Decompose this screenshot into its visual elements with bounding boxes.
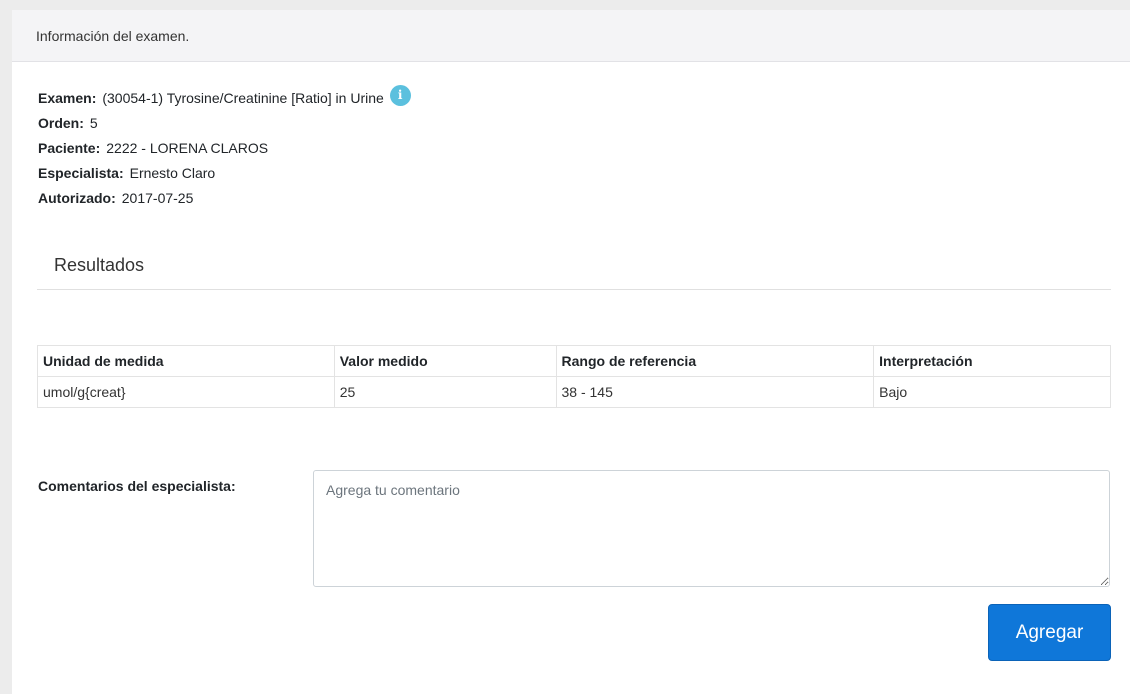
cell-range: 38 - 145 [555, 376, 875, 408]
specialist-row: Especialista: Ernesto Claro [38, 161, 411, 186]
column-header-unit: Unidad de medida [37, 345, 335, 377]
comments-label: Comentarios del especialista: [38, 478, 236, 494]
table-row: umol/g{creat} 25 38 - 145 Bajo [37, 376, 1111, 408]
order-row: Orden: 5 [38, 111, 411, 136]
cell-interpretation: Bajo [873, 376, 1111, 408]
exam-value: (30054-1) Tyrosine/Creatinine [Ratio] in… [102, 90, 384, 106]
results-header-row: Unidad de medida Valor medido Rango de r… [37, 345, 1111, 377]
exam-info: Examen: (30054-1) Tyrosine/Creatinine [Ra… [38, 84, 411, 211]
cell-unit: umol/g{creat} [37, 376, 335, 408]
authorized-label: Autorizado: [38, 190, 116, 206]
page-left-gutter [0, 0, 12, 694]
patient-label: Paciente: [38, 140, 101, 156]
results-divider [37, 289, 1111, 290]
specialist-label: Especialista: [38, 165, 124, 181]
column-header-interpretation: Interpretación [873, 345, 1111, 377]
info-icon[interactable]: i [389, 84, 411, 106]
cell-value: 25 [333, 376, 557, 408]
order-label: Orden: [38, 115, 84, 131]
page-top-gutter [0, 0, 1130, 10]
specialist-value: Ernesto Claro [129, 165, 216, 181]
exam-card: Información del examen. Examen: (30054-1)… [12, 10, 1130, 694]
patient-value: 2222 - LORENA CLAROS [106, 140, 269, 156]
patient-row: Paciente: 2222 - LORENA CLAROS [38, 136, 411, 161]
card-header-title: Información del examen. [36, 28, 190, 44]
column-header-range: Rango de referencia [555, 345, 875, 377]
authorized-value: 2017-07-25 [121, 190, 194, 206]
add-comment-button[interactable]: Agregar [988, 604, 1111, 661]
comments-textarea[interactable] [313, 470, 1110, 587]
exam-row: Examen: (30054-1) Tyrosine/Creatinine [Ra… [38, 84, 411, 111]
results-title: Resultados [54, 255, 145, 275]
card-header: Información del examen. [12, 10, 1130, 62]
results-table: Unidad de medida Valor medido Rango de r… [37, 345, 1111, 408]
authorized-row: Autorizado: 2017-07-25 [38, 186, 411, 211]
exam-label: Examen: [38, 90, 97, 106]
order-value: 5 [89, 115, 98, 131]
column-header-value: Valor medido [333, 345, 557, 377]
